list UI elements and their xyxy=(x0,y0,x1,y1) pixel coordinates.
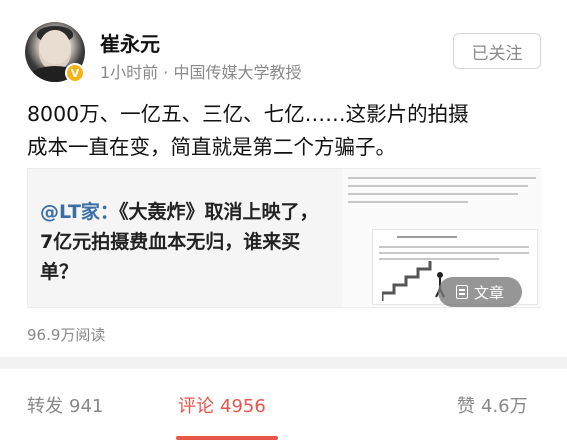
read-count: 96.9万阅读 xyxy=(27,326,106,344)
card-mention[interactable]: @LT家： xyxy=(40,201,119,223)
post-header: V 崔永元 1小时前 · 中国传媒大学教授 已关注 xyxy=(0,0,567,90)
repost-label: 转发 xyxy=(27,396,63,417)
document-icon xyxy=(455,285,468,299)
thumb-text-line xyxy=(348,201,468,203)
meta-separator: · xyxy=(158,63,174,82)
like-button[interactable]: 赞 4.6万 xyxy=(457,392,528,418)
card-text: @LT家：《大轰炸》取消上映了，7亿元拍摄费血本无归，谁来买单？ xyxy=(40,197,330,287)
comment-count: 4956 xyxy=(220,396,266,417)
repost-button[interactable]: 转发 941 xyxy=(27,392,103,418)
post-time: 1小时前 xyxy=(100,63,159,82)
post-text-line-1: 8000万、一亿五、三亿、七亿……这影片的拍摄 xyxy=(27,102,469,126)
author-name[interactable]: 崔永元 xyxy=(100,28,160,57)
like-count: 4.6万 xyxy=(481,396,528,417)
thumb-text-line xyxy=(397,236,457,238)
post-text: 8000万、一亿五、三亿、七亿……这影片的拍摄 成本一直在变，简直就是第二个方骗… xyxy=(27,98,547,164)
like-label: 赞 xyxy=(457,396,475,417)
post-meta: 1小时前 · 中国传媒大学教授 xyxy=(100,59,301,83)
thumb-text-line xyxy=(379,258,499,260)
active-tab-indicator xyxy=(176,436,278,440)
section-divider xyxy=(0,357,567,369)
thumb-text-line xyxy=(348,185,528,187)
verified-badge-icon: V xyxy=(65,63,85,83)
comment-button[interactable]: 评论 4956 xyxy=(178,392,266,418)
thumb-text-line xyxy=(379,252,529,254)
avatar-face xyxy=(39,30,71,70)
thumb-text-line xyxy=(348,177,536,179)
article-badge: 文章 xyxy=(438,277,522,307)
comment-label: 评论 xyxy=(178,396,214,417)
post-text-line-2: 成本一直在变，简直就是第二个方骗子。 xyxy=(27,135,396,159)
thumb-text-line xyxy=(379,246,529,248)
repost-count: 941 xyxy=(69,396,104,417)
author-title: 中国传媒大学教授 xyxy=(173,63,302,82)
thumb-text-line xyxy=(348,193,518,195)
follow-button[interactable]: 已关注 xyxy=(453,33,541,69)
article-badge-label: 文章 xyxy=(473,283,504,302)
